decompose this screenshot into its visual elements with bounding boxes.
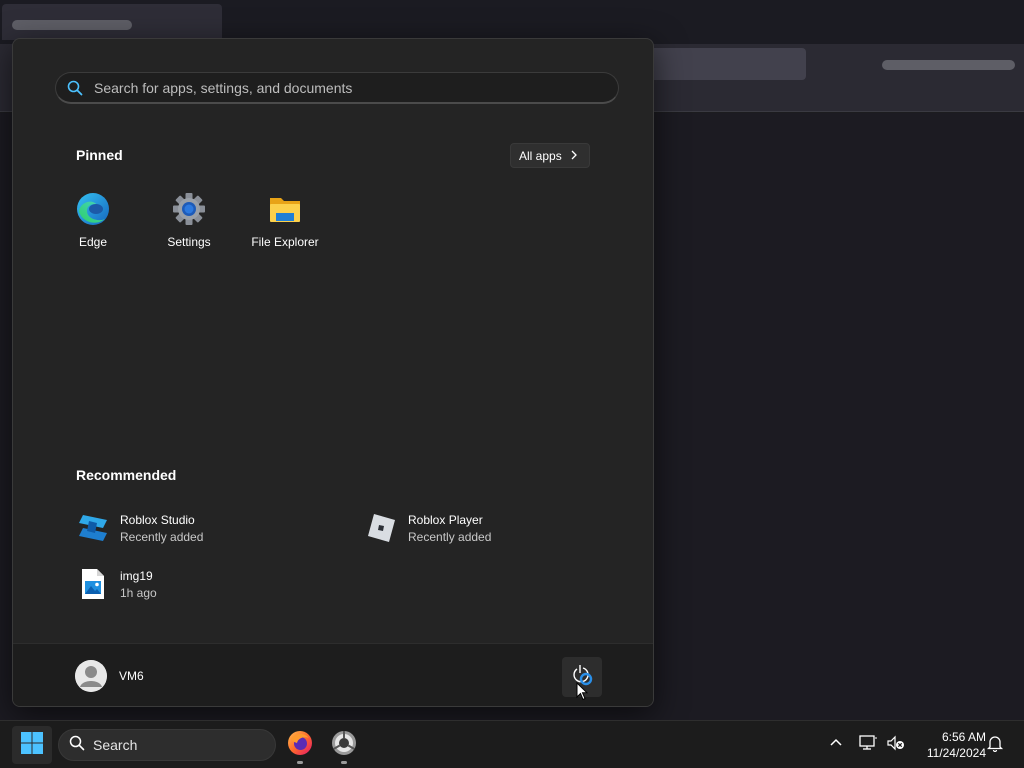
recommended-item-roblox-player[interactable]: Roblox Player Recently added (364, 508, 491, 548)
roblox-player-icon (364, 511, 398, 545)
start-search-input[interactable] (94, 79, 594, 96)
clock-date: 11/24/2024 (926, 746, 986, 760)
windows-logo-icon (20, 731, 44, 760)
image-file-icon (76, 567, 110, 601)
recommended-item-name: Roblox Player (408, 512, 483, 527)
roblox-studio-icon (76, 511, 110, 545)
taskbar-clock[interactable]: 6:56 AM 11/24/2024 (914, 729, 986, 761)
taskbar-app-firefox[interactable] (282, 727, 318, 764)
taskbar-search-label: Search (93, 737, 138, 753)
volume-muted-icon (886, 734, 906, 757)
taskbar: Search 6:56 AM 11/24/2024 (0, 720, 1024, 768)
chevron-right-icon (570, 149, 578, 163)
recommended-heading: Recommended (76, 467, 177, 483)
taskbar-app-browser[interactable] (326, 727, 362, 764)
browser-icon (331, 730, 357, 761)
recommended-item-roblox-studio[interactable]: Roblox Studio Recently added (76, 508, 203, 548)
taskbar-search-box[interactable]: Search (58, 729, 276, 761)
recommended-item-name: Roblox Studio (120, 512, 195, 527)
recommended-item-subtitle: 1h ago (120, 585, 157, 600)
start-menu-footer: VM6 (13, 643, 653, 706)
pinned-app-settings[interactable]: Settings (146, 187, 232, 259)
notifications-button[interactable] (986, 721, 1004, 768)
network-icon (858, 734, 878, 757)
chevron-up-icon (828, 735, 844, 756)
start-button[interactable] (12, 726, 52, 764)
mouse-cursor-icon (576, 681, 589, 706)
clock-time: 6:56 AM (941, 730, 986, 744)
recommended-item-img19[interactable]: img19 1h ago (76, 564, 157, 604)
bell-icon (986, 734, 1004, 757)
background-toolbar-placeholder (882, 60, 1015, 70)
pinned-heading: Pinned (76, 147, 123, 163)
network-status-button[interactable] (858, 721, 878, 768)
folder-icon (267, 191, 303, 227)
background-browser-tab[interactable] (2, 4, 222, 40)
running-indicator (297, 761, 303, 764)
pinned-app-label: Edge (78, 235, 108, 249)
start-search-box[interactable] (55, 72, 619, 104)
all-apps-button[interactable]: All apps (510, 143, 590, 168)
recommended-item-subtitle: Recently added (120, 529, 204, 544)
search-icon (66, 79, 84, 97)
background-tab-title-placeholder (12, 20, 132, 30)
recommended-item-name: img19 (120, 568, 153, 583)
running-indicator (341, 761, 347, 764)
show-hidden-icons-button[interactable] (828, 721, 844, 768)
firefox-icon (287, 730, 313, 761)
all-apps-label: All apps (519, 148, 562, 163)
settings-gear-icon (171, 191, 207, 227)
background-address-bar[interactable] (640, 48, 806, 80)
avatar (75, 660, 107, 692)
pinned-app-file-explorer[interactable]: File Explorer (242, 187, 328, 259)
recommended-item-subtitle: Recently added (408, 529, 492, 544)
edge-icon (75, 191, 111, 227)
volume-status-button[interactable] (886, 721, 906, 768)
start-menu: Pinned All apps Edge (12, 38, 654, 707)
pinned-app-edge[interactable]: Edge (50, 187, 136, 259)
search-icon (69, 735, 85, 756)
pinned-app-label: File Explorer (251, 235, 319, 249)
user-account-button[interactable]: VM6 (75, 660, 144, 692)
user-name: VM6 (119, 669, 144, 683)
pinned-app-label: Settings (167, 235, 211, 249)
